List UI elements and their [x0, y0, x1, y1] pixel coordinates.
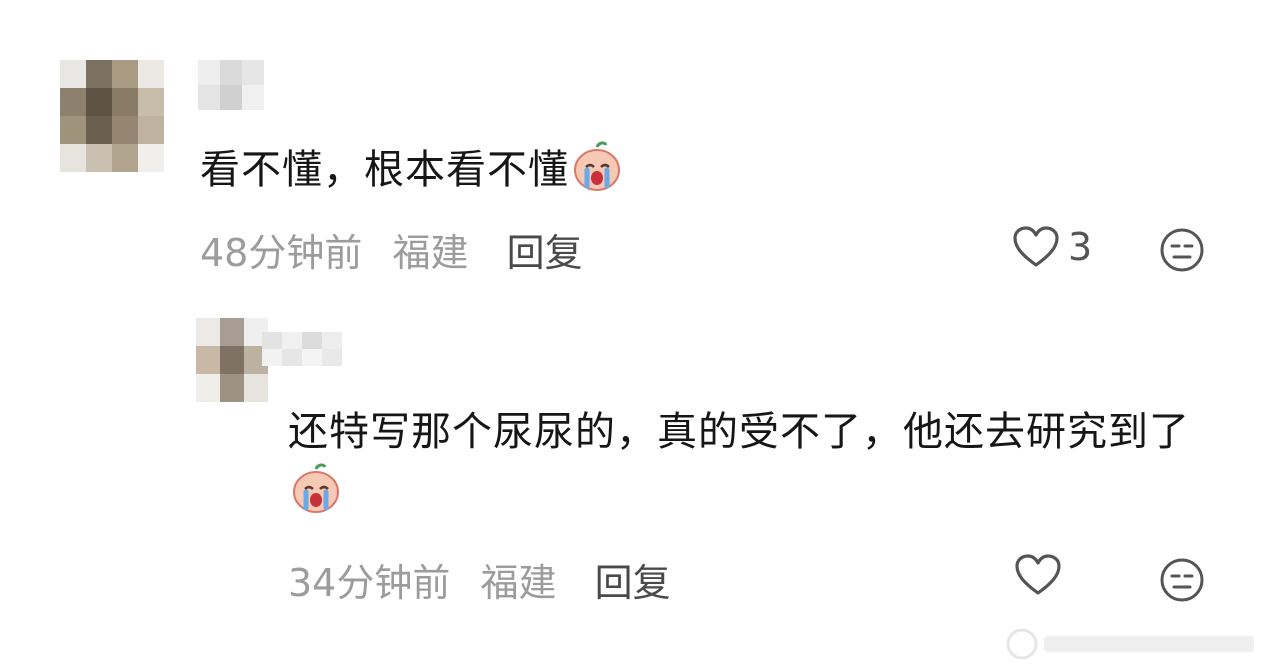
like-button[interactable]	[1014, 553, 1070, 597]
crying-face-emoji-icon	[290, 463, 342, 515]
avatar[interactable]	[60, 60, 164, 172]
location: 福建	[392, 231, 469, 275]
reply-button[interactable]: 回复	[595, 561, 671, 605]
like-button[interactable]: 3	[1012, 225, 1092, 269]
comment-text: 还特写那个尿尿的，真的受不了，他还去研究到了	[288, 402, 1218, 522]
like-count: 3	[1068, 225, 1093, 269]
reply-button[interactable]: 回复	[507, 231, 583, 275]
username[interactable]	[262, 332, 342, 366]
heart-outline-icon	[1012, 225, 1060, 269]
timestamp: 34分钟前	[288, 561, 451, 605]
crying-face-emoji-icon	[571, 141, 623, 193]
watermark	[1000, 622, 1270, 666]
avatar[interactable]	[196, 318, 268, 402]
meh-face-icon[interactable]	[1158, 556, 1206, 604]
comment-meta: 48分钟前 福建 回复	[200, 222, 583, 277]
heart-outline-icon	[1014, 553, 1062, 597]
location: 福建	[480, 561, 557, 605]
comment-text: 看不懂，根本看不懂	[200, 140, 623, 200]
comment-meta: 34分钟前 福建 回复	[288, 552, 671, 607]
timestamp: 48分钟前	[200, 231, 363, 275]
meh-face-icon[interactable]	[1158, 226, 1206, 274]
username[interactable]	[198, 60, 264, 110]
